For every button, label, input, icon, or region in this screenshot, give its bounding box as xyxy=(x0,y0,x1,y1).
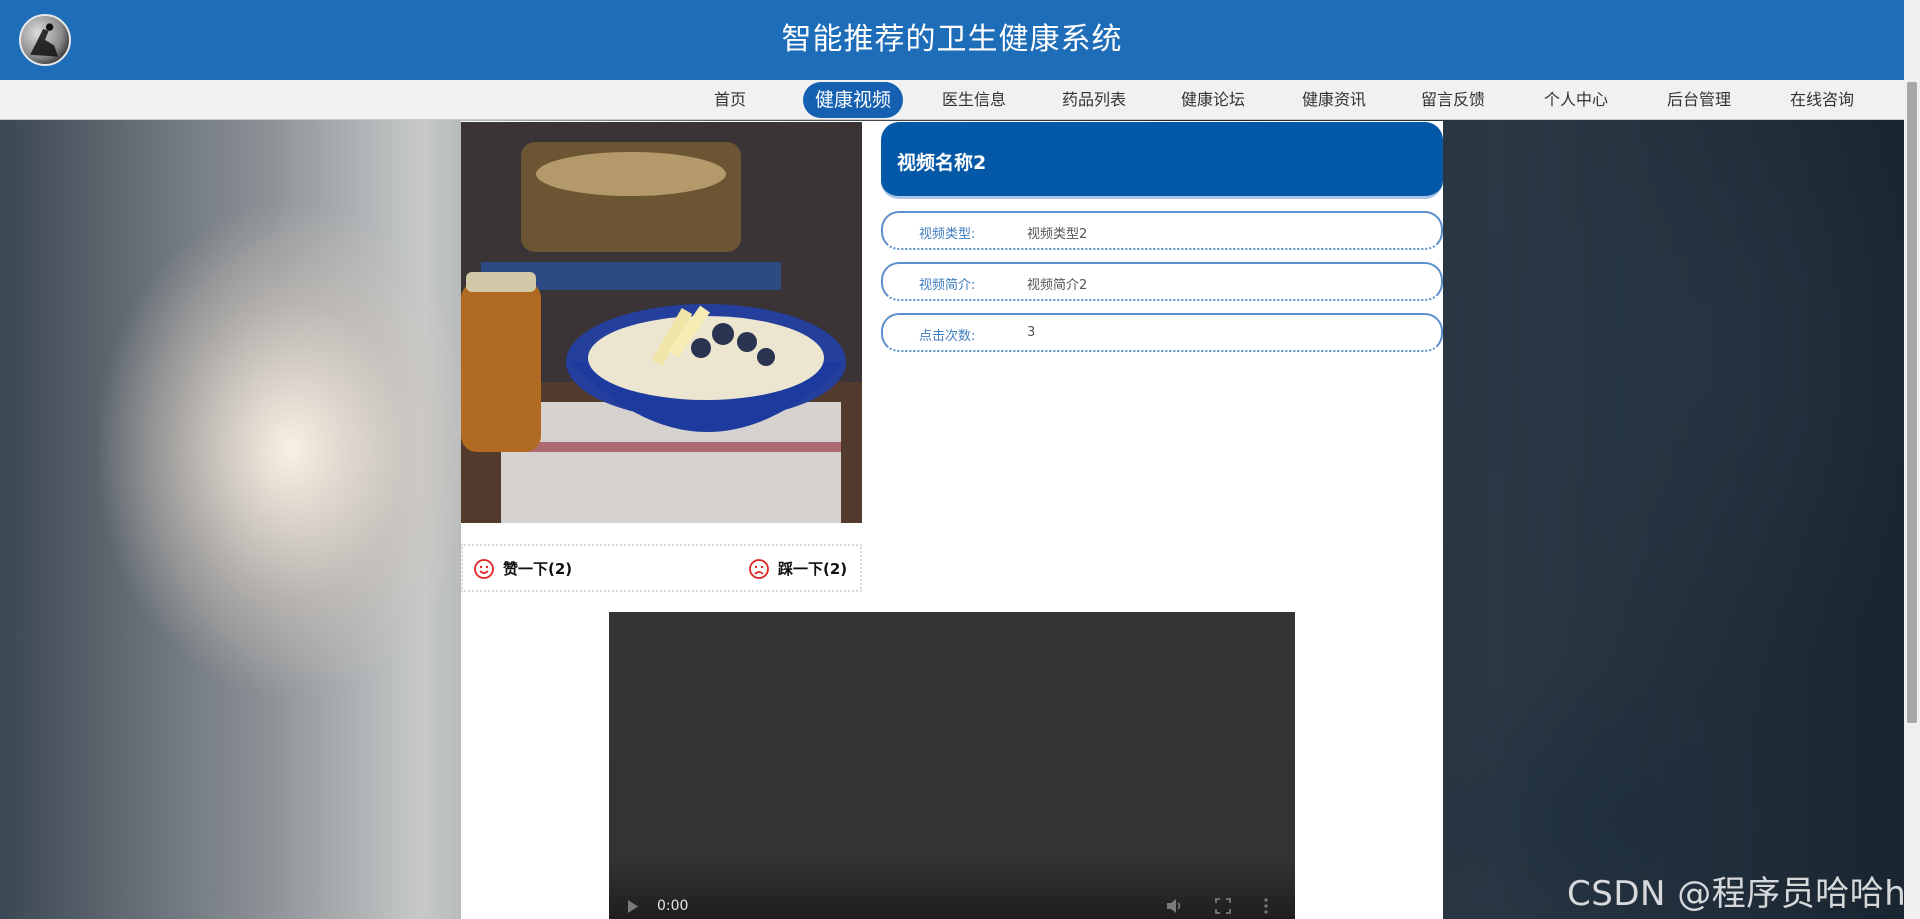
nav-item-doctors[interactable]: 医生信息 xyxy=(936,82,1012,118)
play-icon[interactable] xyxy=(627,900,639,916)
main-nav: 首页 健康视频 医生信息 药品列表 健康论坛 健康资讯 留言反馈 个人中心 后台… xyxy=(0,80,1904,120)
info-row-type: 视频类型: 视频类型2 xyxy=(881,211,1443,250)
scrollbar-thumb[interactable] xyxy=(1907,82,1917,723)
info-key: 点击次数: xyxy=(919,329,976,344)
volume-icon[interactable] xyxy=(1166,898,1184,914)
nav-item-medicines[interactable]: 药品列表 xyxy=(1056,82,1132,118)
info-row-clicks: 点击次数: 3 xyxy=(881,313,1443,352)
dislike-button[interactable]: 踩一下(2) xyxy=(748,558,847,580)
time-display: 0:00 xyxy=(657,898,689,914)
nav-item-feedback[interactable]: 留言反馈 xyxy=(1415,82,1491,118)
frown-icon xyxy=(748,558,770,580)
nav-item-admin[interactable]: 后台管理 xyxy=(1661,82,1737,118)
nav-item-home[interactable]: 首页 xyxy=(706,82,754,118)
more-icon[interactable] xyxy=(1264,898,1268,914)
nav-item-news[interactable]: 健康资讯 xyxy=(1296,82,1372,118)
info-value: 视频简介2 xyxy=(1027,278,1088,293)
fullscreen-icon[interactable] xyxy=(1215,898,1231,914)
nav-item-health-videos[interactable]: 健康视频 xyxy=(803,82,903,118)
info-key: 视频类型: xyxy=(919,227,976,242)
site-header: 智能推荐的卫生健康系统 xyxy=(0,0,1904,80)
site-title: 智能推荐的卫生健康系统 xyxy=(781,22,1123,57)
info-value: 视频类型2 xyxy=(1027,227,1088,242)
info-value: 3 xyxy=(1027,325,1036,340)
smile-icon xyxy=(473,558,495,580)
nav-item-consult[interactable]: 在线咨询 xyxy=(1784,82,1860,118)
video-player[interactable]: 0:00 xyxy=(609,612,1295,919)
like-button[interactable]: 赞一下(2) xyxy=(473,558,572,580)
dislike-label: 踩一下(2) xyxy=(778,560,848,578)
video-title-box: 视频名称2 xyxy=(881,122,1443,199)
watermark: CSDN @程序员哈哈h xyxy=(1567,874,1907,914)
vote-bar: 赞一下(2) 踩一下(2) xyxy=(461,544,862,592)
video-title: 视频名称2 xyxy=(897,152,987,174)
info-row-intro: 视频简介: 视频简介2 xyxy=(881,262,1443,301)
info-key: 视频简介: xyxy=(919,278,976,293)
like-label: 赞一下(2) xyxy=(503,560,573,578)
video-poster-image xyxy=(461,122,862,523)
nav-item-profile[interactable]: 个人中心 xyxy=(1538,82,1614,118)
nav-item-forum[interactable]: 健康论坛 xyxy=(1175,82,1251,118)
